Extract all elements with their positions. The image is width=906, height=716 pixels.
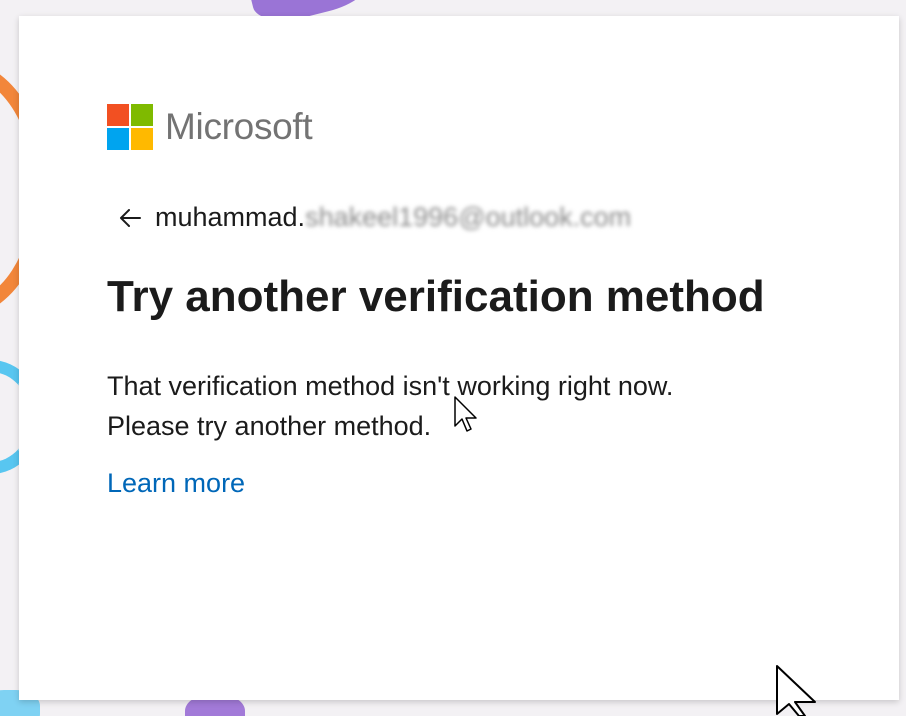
- description-line-1: That verification method isn't working r…: [107, 371, 674, 401]
- account-email-redacted: shakeel1996@outlook.com: [305, 202, 632, 232]
- account-identity: muhammad.shakeel1996@outlook.com: [115, 202, 631, 233]
- microsoft-logo: Microsoft: [107, 104, 313, 150]
- account-email-visible: muhammad.: [155, 202, 306, 232]
- page-title: Try another verification method: [107, 272, 765, 321]
- logo-square-green: [131, 104, 153, 126]
- learn-more-link[interactable]: Learn more: [107, 468, 245, 499]
- mouse-pointer-icon: [454, 396, 477, 432]
- logo-square-red: [107, 104, 129, 126]
- description-line-2: Please try another method.: [107, 411, 432, 441]
- sign-in-dialog: Microsoft muhammad.shakeel1996@outlook.c…: [19, 16, 899, 700]
- back-arrow-icon[interactable]: [115, 203, 145, 233]
- logo-square-blue: [107, 128, 129, 150]
- brand-name: Microsoft: [165, 106, 313, 147]
- large-mouse-pointer-icon: [776, 665, 816, 716]
- account-email: muhammad.shakeel1996@outlook.com: [155, 202, 631, 233]
- logo-square-yellow: [131, 128, 153, 150]
- microsoft-logo-icon: [107, 104, 153, 150]
